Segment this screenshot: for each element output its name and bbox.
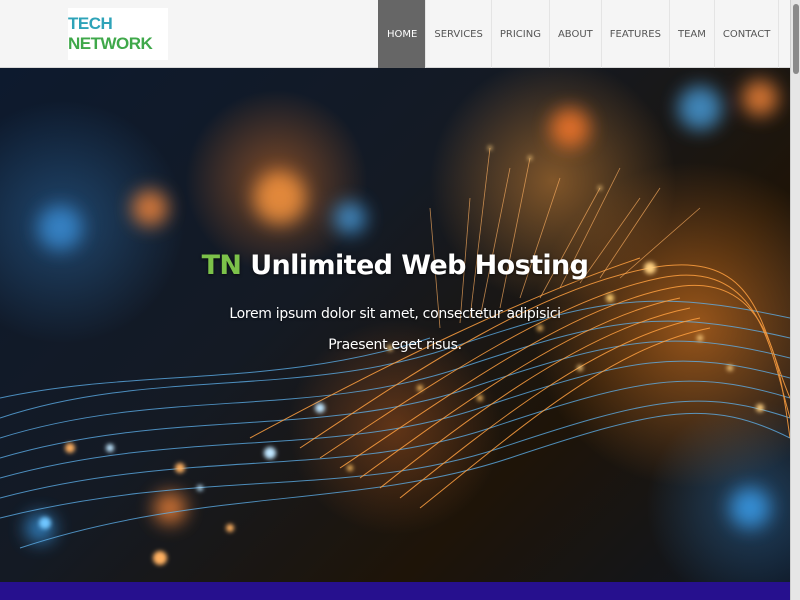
top-navbar: TECH NETWORK HOME SERVICES PRICING ABOUT… xyxy=(0,0,790,68)
site-logo[interactable]: TECH NETWORK xyxy=(68,8,168,60)
scrollbar-thumb[interactable] xyxy=(793,4,799,74)
nav-item-features[interactable]: FEATURES xyxy=(600,0,669,68)
hero-subtitle-line2: Praesent eget risus. xyxy=(328,337,462,353)
nav-menu: HOME SERVICES PRICING ABOUT FEATURES TEA… xyxy=(378,0,780,68)
next-section-band xyxy=(0,582,790,600)
nav-item-services[interactable]: SERVICES xyxy=(425,0,491,68)
fiber-optic-background-image xyxy=(0,80,790,565)
nav-item-team[interactable]: TEAM xyxy=(668,0,714,68)
logo-text: TECH NETWORK xyxy=(68,14,153,53)
hero-title-accent: TN xyxy=(201,250,242,281)
nav-item-home[interactable]: HOME xyxy=(378,0,426,68)
hero-banner: TN Unlimited Web Hosting Lorem ipsum dol… xyxy=(0,68,790,582)
hero-title: TN Unlimited Web Hosting xyxy=(0,250,790,281)
hero-title-rest: Unlimited Web Hosting xyxy=(241,250,589,281)
nav-item-pricing[interactable]: PRICING xyxy=(490,0,549,68)
nav-item-contact[interactable]: CONTACT xyxy=(713,0,780,68)
page-scrollbar[interactable] xyxy=(790,0,800,600)
nav-item-about[interactable]: ABOUT xyxy=(548,0,601,68)
hero-subtitle-line1: Lorem ipsum dolor sit amet, consectetur … xyxy=(229,306,561,322)
